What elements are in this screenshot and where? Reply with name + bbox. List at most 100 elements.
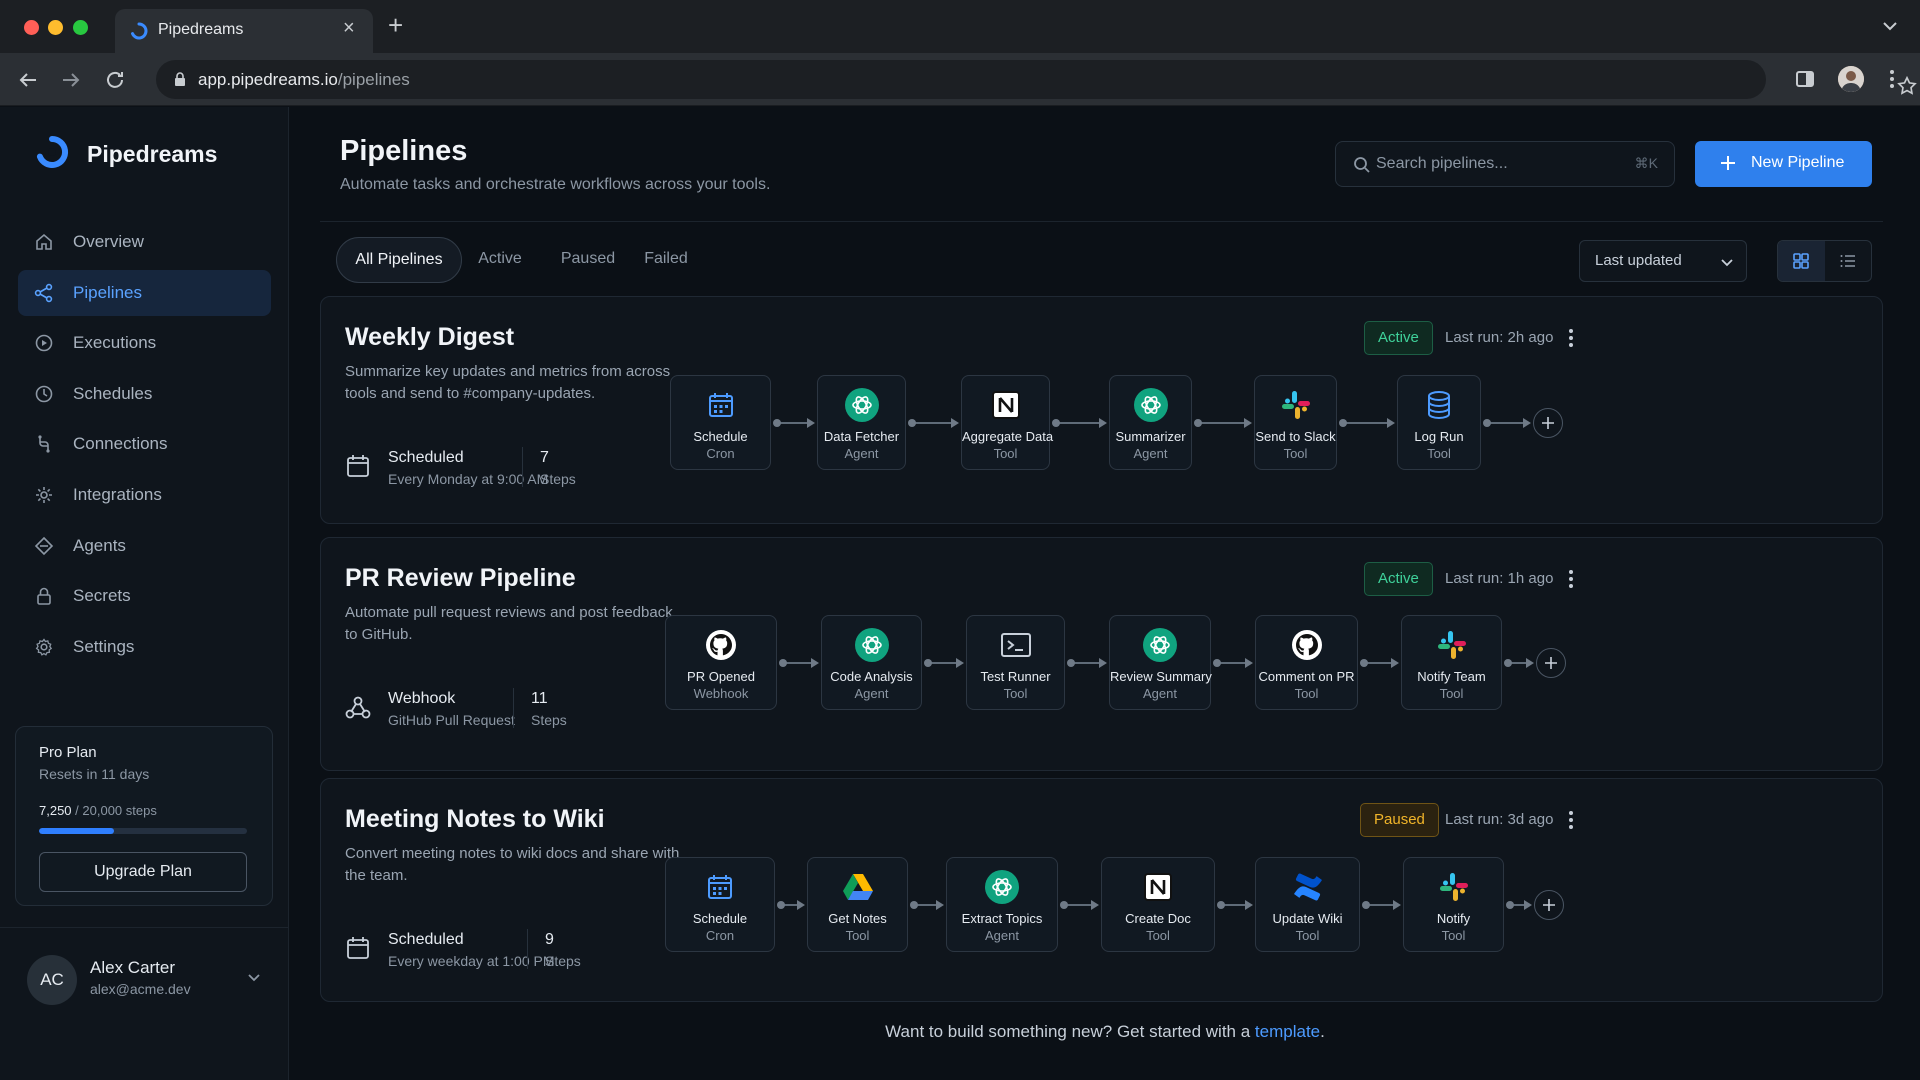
side-panel-icon[interactable] <box>1795 69 1815 89</box>
sidebar-item-executions[interactable]: Executions <box>18 320 271 366</box>
workflow-node[interactable]: Notify Team Tool <box>1401 615 1502 710</box>
workflow-node[interactable]: PR Opened Webhook <box>665 615 777 710</box>
sidebar-item-overview[interactable]: Overview <box>18 219 271 265</box>
workflow-node[interactable]: Send to Slack Tool <box>1254 375 1337 470</box>
brand-name: Pipedreams <box>87 141 218 167</box>
new-pipeline-button[interactable]: New Pipeline <box>1695 141 1872 187</box>
reload-icon[interactable] <box>103 68 127 92</box>
sidebar-item-integrations[interactable]: Integrations <box>18 472 271 518</box>
slack-icon <box>1435 628 1469 662</box>
search-input[interactable] <box>1376 146 1616 182</box>
node-type: Tool <box>1294 686 1319 701</box>
search-icon <box>1354 157 1370 173</box>
sidebar-item-agents[interactable]: Agents <box>18 523 271 569</box>
workflow-node[interactable]: Comment on PR Tool <box>1255 615 1358 710</box>
tab-close-icon[interactable]: × <box>343 17 355 40</box>
node-type: Tool <box>993 446 1018 461</box>
workflow-node[interactable]: Get Notes Tool <box>807 857 908 952</box>
workflow-node[interactable]: Schedule Cron <box>670 375 771 470</box>
node-type: Tool <box>1427 446 1451 461</box>
workflow-node[interactable]: Code Analysis Agent <box>821 615 922 710</box>
openai-icon <box>854 628 889 662</box>
workflow-node[interactable]: Review Summary Agent <box>1109 615 1212 710</box>
browser-tab[interactable]: Pipedreams × <box>115 9 373 53</box>
workflow-node[interactable]: Extract Topics Agent <box>946 857 1058 952</box>
browser-menu-icon[interactable] <box>1882 67 1902 91</box>
minimize-window-button[interactable] <box>48 20 63 35</box>
grid-view-button[interactable] <box>1778 241 1825 281</box>
forward-arrow-icon[interactable] <box>59 68 83 92</box>
workflow-node[interactable]: Notify Tool <box>1403 857 1504 952</box>
node-name: Schedule <box>693 429 748 444</box>
page-title: Pipelines <box>340 135 468 167</box>
pipeline-card[interactable]: PR Review Pipeline Automate pull request… <box>320 537 1883 771</box>
tab-paused[interactable]: Paused <box>548 237 628 283</box>
flow-connector <box>779 658 819 668</box>
pipeline-card[interactable]: Meeting Notes to Wiki Convert meeting no… <box>320 778 1883 1002</box>
sidebar-item-secrets[interactable]: Secrets <box>18 573 271 619</box>
sidebar-item-schedules[interactable]: Schedules <box>18 371 271 417</box>
view-toggle <box>1777 240 1872 282</box>
confluence-icon <box>1291 870 1325 904</box>
node-type: Agent <box>854 686 889 701</box>
flow-connector <box>1362 900 1401 910</box>
back-arrow-icon[interactable] <box>16 68 40 92</box>
slack-icon <box>1279 388 1313 422</box>
close-window-button[interactable] <box>24 20 39 35</box>
new-tab-icon[interactable]: + <box>388 12 403 38</box>
flow-connector <box>910 900 944 910</box>
tab-search-chevron-icon[interactable] <box>1880 16 1900 36</box>
plan-usage-text: 7,250 / 20,000 steps <box>39 803 157 818</box>
node-name: Code Analysis <box>830 669 913 684</box>
workflow-node[interactable]: Schedule Cron <box>665 857 775 952</box>
upgrade-plan-button[interactable]: Upgrade Plan <box>39 852 247 892</box>
workflow-node[interactable]: Data Fetcher Agent <box>817 375 906 470</box>
user-menu[interactable]: AC Alex Carter alex@acme.dev <box>0 927 289 1027</box>
node-type: Agent <box>1133 446 1168 461</box>
workflow-node[interactable]: Log Run Tool <box>1397 375 1481 470</box>
node-name: Summarizer <box>1115 429 1186 444</box>
pipedreams-logo-icon <box>36 135 69 168</box>
sidebar-item-label: Schedules <box>73 383 153 403</box>
browser-profile-avatar[interactable] <box>1838 66 1864 92</box>
sidebar-item-pipelines[interactable]: Pipelines <box>18 269 271 316</box>
grid-icon <box>1793 253 1809 269</box>
node-type: Tool <box>845 928 870 943</box>
workflow-node[interactable]: Summarizer Agent <box>1109 375 1192 470</box>
flow-connector <box>777 900 805 910</box>
workflow-node[interactable]: Test Runner Tool <box>966 615 1065 710</box>
template-link[interactable]: template <box>1255 1022 1320 1041</box>
connections-icon <box>38 435 50 453</box>
add-step-button[interactable] <box>1533 408 1563 438</box>
chevron-down-icon[interactable] <box>245 968 263 986</box>
node-name: Comment on PR <box>1258 669 1355 684</box>
search-box[interactable]: ⌘K <box>1335 141 1675 187</box>
list-view-button[interactable] <box>1825 241 1872 281</box>
gear-icon <box>35 638 53 656</box>
plus-icon <box>1543 899 1555 911</box>
address-bar[interactable]: app.pipedreams.io/pipelines <box>156 60 1917 99</box>
sidebar-item-settings[interactable]: Settings <box>18 624 271 670</box>
browser-tab-bar: Pipedreams × + <box>0 0 1920 53</box>
tab-active[interactable]: Active <box>462 237 538 283</box>
pipeline-card[interactable]: Weekly Digest Summarize key updates and … <box>320 296 1883 524</box>
sort-dropdown[interactable]: Last updated <box>1579 240 1747 282</box>
sidebar-item-connections[interactable]: Connections <box>18 421 271 467</box>
node-name: Schedule <box>692 911 748 926</box>
google-drive-icon <box>841 870 875 904</box>
tab-failed[interactable]: Failed <box>632 237 700 283</box>
terminal-icon <box>999 628 1033 662</box>
workflow-node[interactable]: Create Doc Tool <box>1101 857 1215 952</box>
user-email: alex@acme.dev <box>90 981 191 997</box>
node-name: Create Doc <box>1125 911 1191 926</box>
openai-icon <box>985 870 1019 904</box>
tab-all-pipelines[interactable]: All Pipelines <box>336 237 462 283</box>
lock-icon <box>37 587 51 605</box>
sidebar-item-label: Secrets <box>73 586 131 606</box>
pipelines-icon <box>34 283 53 302</box>
add-step-button[interactable] <box>1534 890 1564 920</box>
add-step-button[interactable] <box>1536 648 1566 678</box>
workflow-node[interactable]: Update Wiki Tool <box>1255 857 1360 952</box>
workflow-node[interactable]: Aggregate Data Tool <box>961 375 1053 470</box>
maximize-window-button[interactable] <box>73 20 88 35</box>
